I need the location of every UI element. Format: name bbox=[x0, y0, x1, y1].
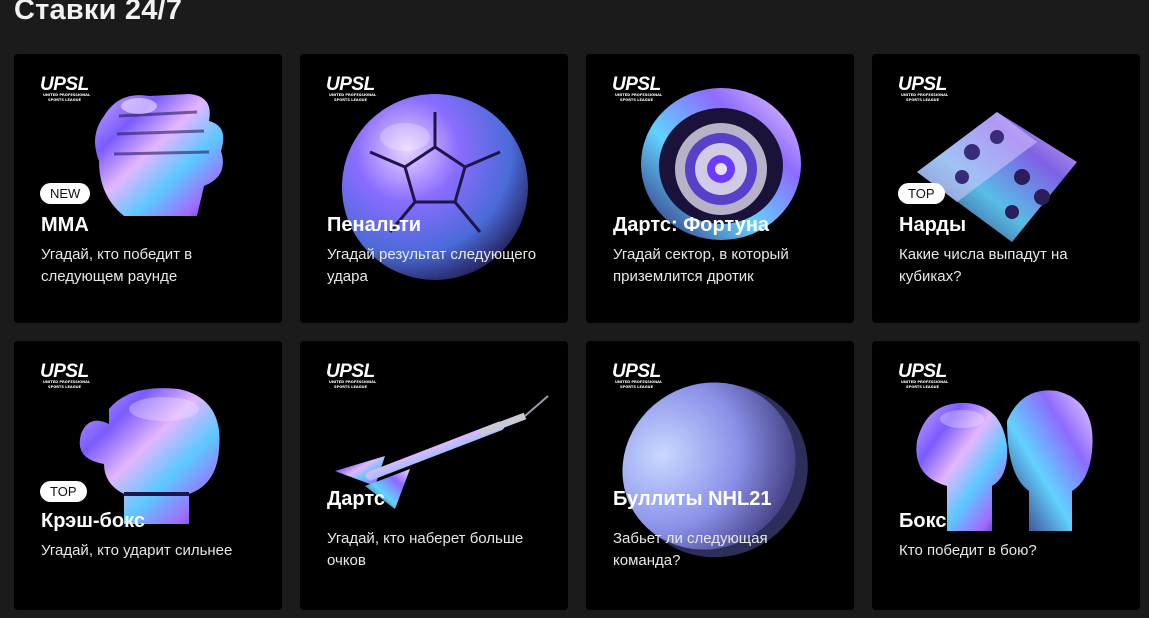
game-card-backgammon[interactable]: UPSL UNITED PROFESSIONAL SPORTS LEAGUE T… bbox=[872, 54, 1140, 323]
game-card-shootouts-nhl21[interactable]: UPSL UNITED PROFESSIONAL SPORTS LEAGUE Б… bbox=[586, 341, 854, 610]
card-title: Нарды bbox=[899, 214, 967, 236]
game-card-mma[interactable]: UPSL UNITED PROFESSIONAL SPORTS LEAGUE N… bbox=[14, 54, 282, 323]
game-card-darts[interactable]: UPSL UNITED PROFESSIONAL SPORTS LEAGUE Д… bbox=[300, 341, 568, 610]
card-badge: TOP bbox=[40, 481, 87, 502]
card-title: Пенальти bbox=[327, 214, 422, 236]
game-card-penalty[interactable]: UPSL UNITED PROFESSIONAL SPORTS LEAGUE П… bbox=[300, 54, 568, 323]
upsl-logo: UPSL UNITED PROFESSIONAL SPORTS LEAGUE bbox=[326, 361, 377, 389]
card-description: Угадай, кто наберет больше очков bbox=[327, 530, 524, 569]
card-description: Угадай результат следующего удара bbox=[327, 246, 537, 285]
svg-text:UPSL: UPSL bbox=[326, 361, 375, 382]
game-card-crash-box[interactable]: UPSL UNITED PROFESSIONAL SPORTS LEAGUE T… bbox=[14, 341, 282, 610]
card-title: Буллиты NHL21 bbox=[613, 488, 772, 510]
card-description: Угадай, кто ударит сильнее bbox=[41, 542, 233, 559]
page-title: Ставки 24/7 bbox=[14, 0, 183, 26]
card-badge: TOP bbox=[898, 183, 945, 204]
svg-text:SPORTS LEAGUE: SPORTS LEAGUE bbox=[48, 98, 82, 102]
svg-text:UNITED PROFESSIONAL: UNITED PROFESSIONAL bbox=[329, 380, 377, 384]
card-description: Угадай, кто победит в следующем раунде bbox=[41, 246, 193, 285]
card-description: Забьет ли следующая команда? bbox=[613, 530, 768, 569]
card-title: Крэш-бокс bbox=[41, 510, 145, 532]
card-description: Кто победит в бою? bbox=[899, 542, 1037, 559]
card-title: Бокс bbox=[899, 510, 947, 532]
svg-text:SPORTS LEAGUE: SPORTS LEAGUE bbox=[334, 385, 368, 389]
card-description: Угадай сектор, в который приземлится дро… bbox=[613, 246, 789, 285]
card-description: Какие числа выпадут на кубиках? bbox=[899, 246, 1068, 285]
mma-glove-icon bbox=[95, 94, 224, 216]
game-card-boxing[interactable]: UPSL UNITED PROFESSIONAL SPORTS LEAGUE Б… bbox=[872, 341, 1140, 610]
card-badge: NEW bbox=[40, 183, 91, 204]
card-title: Дартс bbox=[327, 488, 385, 510]
svg-text:UPSL: UPSL bbox=[898, 361, 947, 382]
games-grid: UPSL UNITED PROFESSIONAL SPORTS LEAGUE N… bbox=[14, 54, 1140, 610]
card-title: Дартс: Фортуна bbox=[613, 214, 770, 236]
boxing-glove-icon bbox=[79, 388, 220, 524]
game-card-darts-fortune[interactable]: UPSL UNITED PROFESSIONAL SPORTS LEAGUE Д… bbox=[586, 54, 854, 323]
card-title: MMA bbox=[41, 214, 89, 236]
